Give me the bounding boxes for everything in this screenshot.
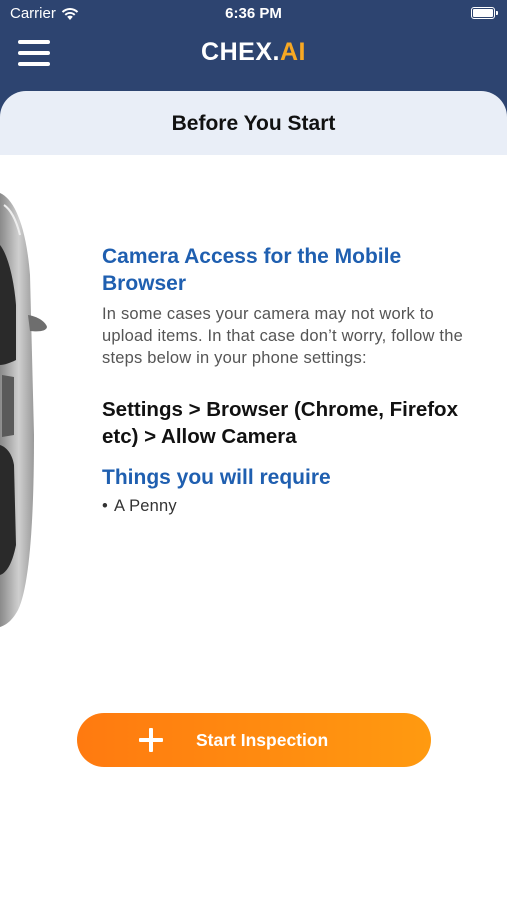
- app-logo: CHEX.AI: [0, 38, 507, 67]
- app-screen: Carrier 6:36 PM CHEX.AI Before You Start: [0, 0, 507, 900]
- status-time: 6:36 PM: [225, 5, 282, 22]
- start-inspection-button[interactable]: Start Inspection: [77, 713, 431, 767]
- camera-access-description: In some cases your camera may not work t…: [102, 305, 463, 367]
- car-image: [0, 193, 47, 627]
- list-item: A Penny: [102, 495, 482, 517]
- status-bar: Carrier 6:36 PM: [0, 0, 507, 28]
- logo-main-text: CHEX.: [201, 38, 280, 66]
- settings-path-text: Settings > Browser (Chrome, Firefox etc)…: [102, 398, 458, 448]
- page-title: Before You Start: [171, 112, 336, 135]
- requirements-list: A Penny: [102, 495, 482, 517]
- requirements-title: Things you will require: [102, 466, 331, 489]
- battery-icon: [471, 7, 498, 19]
- section-title-card: Before You Start: [0, 91, 507, 155]
- plus-icon: [139, 728, 163, 752]
- camera-access-title: Camera Access for the Mobile Browser: [102, 245, 402, 295]
- instructions-content: Camera Access for the Mobile Browser In …: [102, 243, 482, 517]
- battery-level-fill: [473, 9, 493, 17]
- start-inspection-label: Start Inspection: [196, 730, 329, 750]
- logo-accent-text: AI: [279, 38, 306, 66]
